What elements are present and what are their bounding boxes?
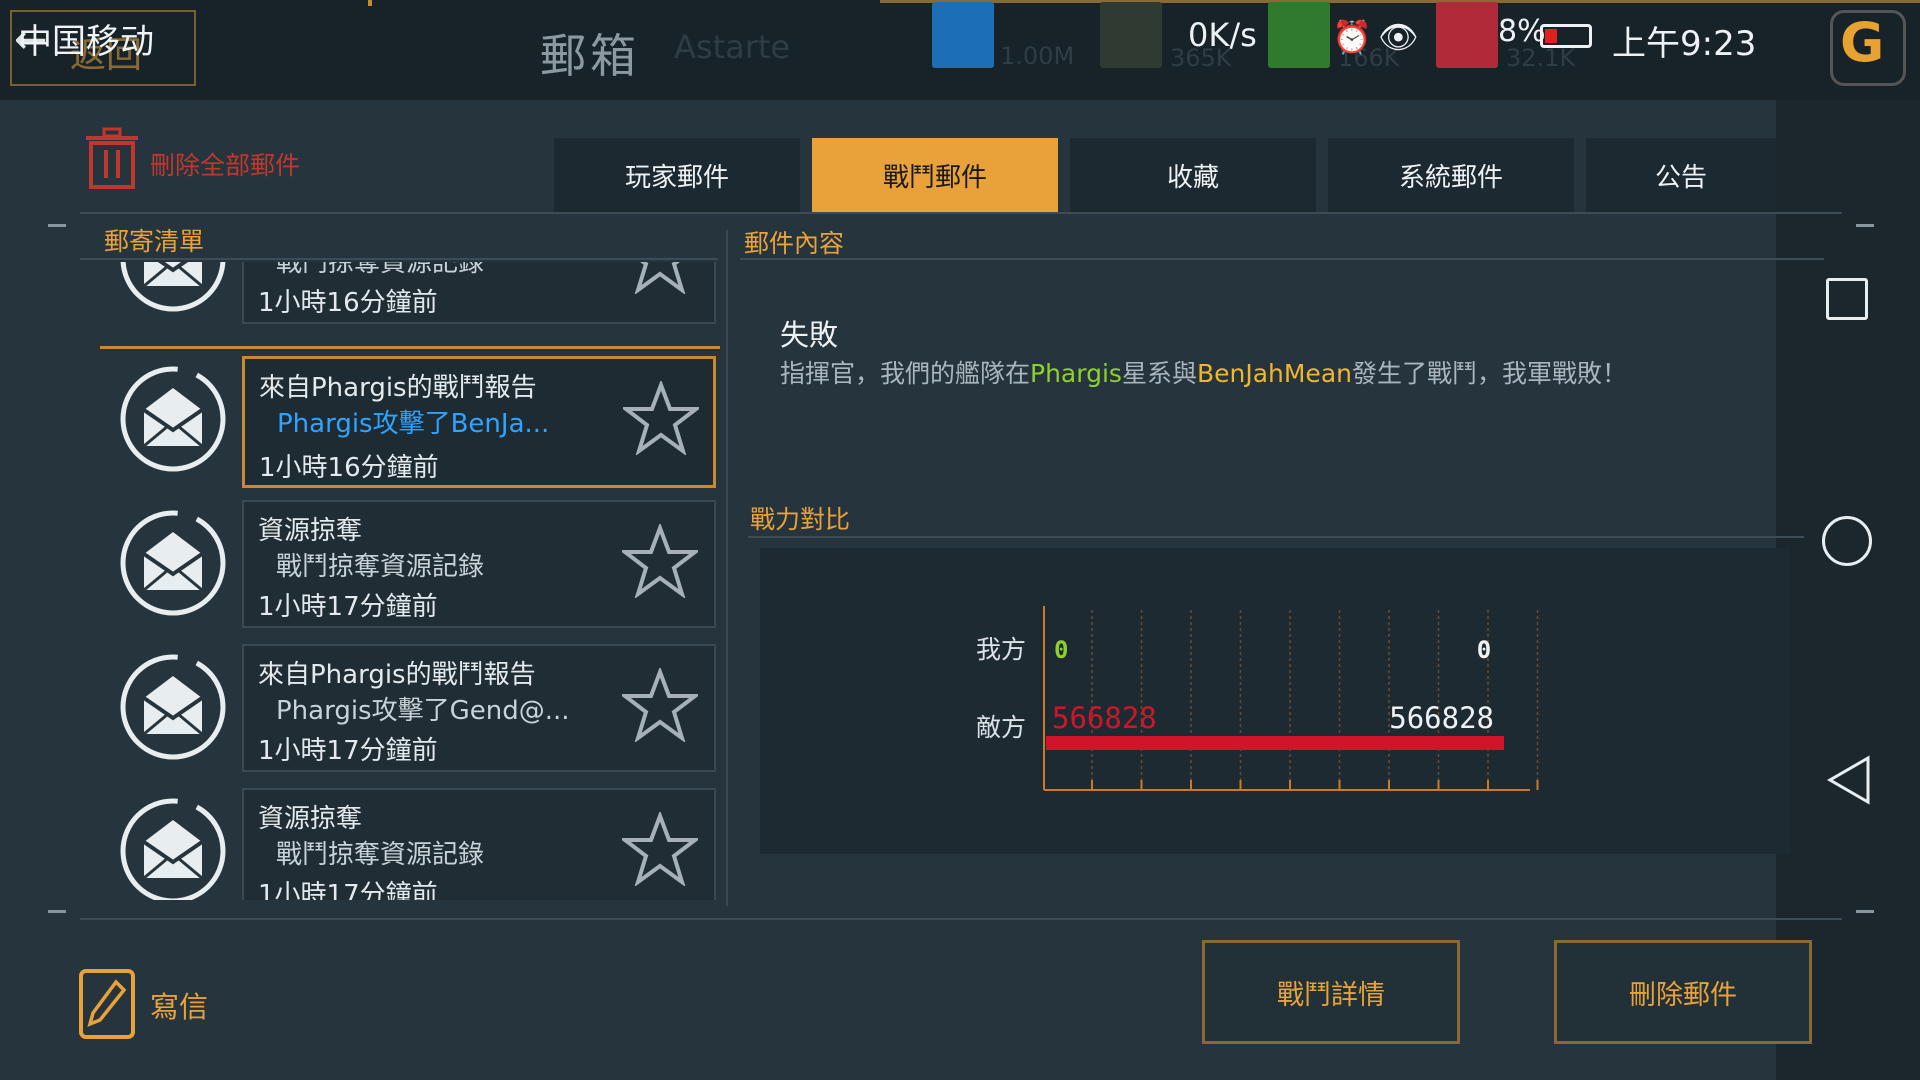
eye-icon: 👁 [1378,18,1419,56]
row-label-ours: 我方 [976,635,1026,664]
tab-favorites[interactable]: 收藏 [1070,138,1316,212]
envelope-icon [120,366,226,472]
write-mail-button[interactable]: 寫信 [150,984,208,1026]
ours-start-value: 0 [1054,636,1068,664]
background-name: Astarte [674,28,791,66]
resource-tile-icon [1436,2,1498,68]
delete-all-button[interactable]: 刪除全部郵件 [150,146,300,182]
accent-line [880,0,1920,3]
result-title: 失敗 [780,318,839,352]
divider [80,258,718,260]
result-body: 指揮官，我們的艦隊在Phargis星系與BenJahMean發生了戰鬥，我軍戰敗… [780,354,1627,390]
divider [748,536,1804,538]
row-label-enemy: 敵方 [976,713,1026,742]
mail-subtitle: Phargis攻擊了Gend@... [276,696,570,726]
body-text: 指揮官，我們的艦隊在 [780,359,1031,388]
enemy-name: BenJahMean [1196,359,1352,388]
system-name: Phargis [1030,359,1122,388]
star-icon[interactable] [622,668,698,742]
ours-end-value: 0 [1477,636,1491,664]
enemy-end-value: 566828 [1389,701,1494,735]
mail-card[interactable]: 資源掠奪 戰鬥掠奪資源記錄 1小時17分鐘前 [242,788,716,900]
mail-content-title: 郵件內容 [744,229,845,258]
battery-percent: 8% [1498,14,1546,49]
star-icon[interactable] [622,812,698,886]
mail-card[interactable]: 資源掠奪 戰鬥掠奪資源記錄 1小時17分鐘前 [242,500,716,628]
body-text: 發生了戰鬥，我軍戰敗！ [1351,359,1627,388]
mail-title: 資源掠奪 [258,804,363,834]
alarm-icon: ⏰ [1332,18,1372,56]
resource-tile-icon [1268,2,1330,68]
resource-value: 365K [1170,44,1232,72]
battle-details-button[interactable]: 戰鬥詳情 [1202,940,1460,1044]
list-item[interactable]: 來自Phargis的戰鬥報告 Phargis攻擊了Gend@... 1小時17分… [80,644,720,780]
game-logo-icon: G [1840,11,1885,74]
mail-title: 來自Phargis的戰鬥報告 [259,373,537,403]
divider [80,918,1842,920]
mail-list[interactable]: 戰鬥掠奪資源記錄 1小時16分鐘前 來自Phargis的戰鬥報告 Phargis… [80,262,720,900]
recent-apps-icon[interactable] [1826,278,1868,320]
envelope-icon [120,510,226,616]
power-compare-title: 戰力對比 [750,505,851,534]
list-item[interactable]: 資源掠奪 戰鬥掠奪資源記錄 1小時17分鐘前 [80,788,720,900]
tab-player-mail[interactable]: 玩家郵件 [554,138,800,212]
page-title: 郵箱 [540,29,640,83]
selection-indicator [100,346,720,349]
divider [80,212,1842,214]
mail-subtitle: 戰鬥掠奪資源記錄 [276,262,485,278]
resource-tile-icon [1100,2,1162,68]
mail-time: 1小時17分鐘前 [258,880,438,900]
star-icon[interactable] [623,381,699,455]
pencil-icon[interactable] [78,968,136,1040]
mail-card[interactable]: 戰鬥掠奪資源記錄 1小時16分鐘前 [242,262,716,324]
mail-list-title: 郵寄清單 [104,227,205,256]
mail-subtitle: 戰鬥掠奪資源記錄 [276,840,485,870]
resource-tile-icon [932,2,994,68]
delete-mail-button[interactable]: 刪除郵件 [1554,940,1812,1044]
mail-title: 資源掠奪 [258,516,363,546]
mail-card[interactable]: 來自Phargis的戰鬥報告 Phargis攻擊了Gend@... 1小時17分… [242,644,716,772]
back-triangle-icon[interactable] [1824,754,1874,806]
mail-time: 1小時17分鐘前 [258,592,438,622]
star-icon[interactable] [622,262,698,294]
home-icon[interactable] [1822,516,1872,566]
trash-icon[interactable] [82,126,142,190]
mail-subtitle: 戰鬥掠奪資源記錄 [276,552,485,582]
mail-time: 1小時17分鐘前 [258,736,438,766]
carrier-name: 中国移动 [18,22,154,62]
envelope-icon [120,798,226,900]
tab-system-mail[interactable]: 系統郵件 [1328,138,1574,212]
mail-subtitle: Phargis攻擊了BenJa... [277,409,550,439]
divider [48,224,66,227]
power-chart: 我方 敵方 0 0 566828 566828 [976,606,1539,791]
list-item[interactable]: 戰鬥掠奪資源記錄 1小時16分鐘前 [80,262,720,332]
envelope-icon [120,262,226,312]
chart-grid [1091,610,1539,784]
system-nav-bar [1776,100,1920,1080]
bar-enemy [1046,736,1504,750]
star-icon[interactable] [622,524,698,598]
divider [726,230,728,906]
list-item[interactable]: 資源掠奪 戰鬥掠奪資源記錄 1小時17分鐘前 [80,500,720,636]
enemy-start-value: 566828 [1052,701,1157,735]
clock: 上午9:23 [1612,24,1757,64]
envelope-icon [120,654,226,760]
mail-card[interactable]: 來自Phargis的戰鬥報告 Phargis攻擊了BenJa... 1小時16分… [242,356,716,488]
divider [1856,910,1874,913]
battery-level [1545,29,1557,43]
mail-time: 1小時16分鐘前 [258,288,438,318]
tab-battle-mail[interactable]: 戰鬥郵件 [812,138,1058,212]
list-item-selected[interactable]: 來自Phargis的戰鬥報告 Phargis攻擊了BenJa... 1小時16分… [80,356,720,492]
tab-announcements[interactable]: 公告 [1586,138,1776,212]
body-text: 星系與 [1121,359,1197,388]
divider [48,910,66,913]
mail-time: 1小時16分鐘前 [259,453,439,483]
divider [740,258,1824,260]
mail-title: 來自Phargis的戰鬥報告 [258,660,536,690]
resource-value: 1.00M [1000,42,1075,70]
accent-line [368,0,372,6]
divider [1856,224,1874,227]
chart-ticks [1091,780,1539,790]
